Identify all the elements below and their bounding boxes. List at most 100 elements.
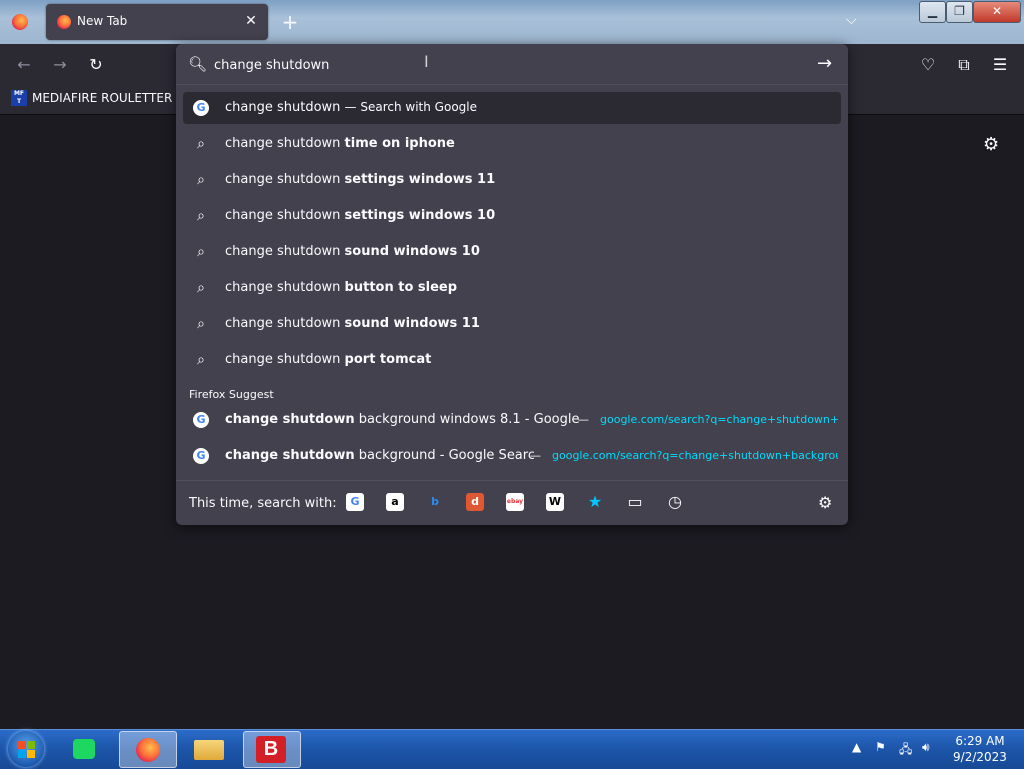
urlbar-result-row[interactable]: ⌕ change shutdown port tomcat [183,344,841,376]
menu-icon[interactable]: ☰ [989,55,1011,74]
taskbar-file-explorer[interactable] [181,731,237,766]
urlbar-result-row[interactable]: ⌕ change shutdown sound windows 11 [183,308,841,340]
action-center-flag-icon[interactable]: ⚑ [875,740,886,754]
google-icon: G [193,448,209,464]
urlbar-dropdown: 🔍︎ I → Gchange shutdown — Search with Go… [176,44,848,525]
result-prefix: change shutdown [225,352,341,367]
firefox-tab-icon [57,15,71,29]
suggest-url: google.com/search?q=change+shutdown+ [600,413,838,426]
search-icon: ⌕ [197,316,205,332]
firefox-suggest-row[interactable]: Gchange shutdown background windows 8.1 … [183,404,841,436]
firefox-suggest-heading: Firefox Suggest [189,388,274,401]
tab-list-chevron-icon[interactable]: ⌵ [846,12,857,28]
one-off-search-bar: This time, search with: Ga b d ebay W ★ ▭ ◷ ⚙ [176,480,848,526]
clock-time: 6:29 AM [955,734,1005,748]
result-text: change shutdown port tomcat [225,352,431,367]
result-text: change shutdown — Search with Google [225,100,477,115]
google-engine-icon[interactable]: G [346,493,364,511]
urlbar-result-row[interactable]: ⌕ change shutdown settings windows 10 [183,200,841,232]
result-prefix: change shutdown [225,172,341,187]
search-icon: ⌕ [197,172,205,188]
clock-date: 9/2/2023 [953,750,1007,764]
result-completion: port tomcat [344,352,432,367]
one-off-label: This time, search with: [189,496,337,511]
result-prefix: change shutdown [225,280,341,295]
bitdefender-icon: B [256,736,286,763]
close-window-button[interactable]: ✕ [973,1,1021,23]
result-prefix: change shutdown [225,316,341,331]
google-icon: G [193,100,209,116]
system-clock[interactable]: 6:29 AM 9/2/2023 [948,733,1012,765]
bookmarks-star-icon[interactable]: ★ [586,493,604,511]
amazon-engine-icon[interactable]: a [386,493,404,511]
tabs-icon[interactable]: ▭ [626,493,644,511]
result-prefix: change shutdown [225,208,341,223]
search-settings-gear-icon[interactable]: ⚙ [818,493,832,512]
wikipedia-engine-icon[interactable]: W [546,493,564,511]
suggest-title: change shutdown background - Google Sear… [225,448,534,463]
suggest-bold: change shutdown [225,412,355,427]
result-text: change shutdown sound windows 11 [225,316,480,331]
taskbar-bitdefender[interactable]: B [243,731,301,768]
bing-engine-icon[interactable]: b [426,493,444,511]
suggest-separator: — [530,449,541,462]
ebay-engine-icon[interactable]: ebay [506,493,524,511]
suggest-bold: change shutdown [225,448,355,463]
green-app-icon [73,739,95,759]
text-cursor-icon: I [424,52,429,71]
google-icon: G [193,412,209,428]
urlbar-input[interactable] [214,55,774,75]
firefox-taskbar-icon [136,738,160,762]
suggest-separator: — [578,413,589,426]
duckduckgo-engine-icon[interactable]: d [466,493,484,511]
result-text: change shutdown settings windows 10 [225,208,495,223]
tab-new-tab[interactable]: New Tab ✕ [46,4,268,40]
new-tab-button[interactable]: + [280,10,300,34]
urlbar-result-row[interactable]: ⌕ change shutdown time on iphone [183,128,841,160]
urlbar-result-row[interactable]: ⌕ change shutdown button to sleep [183,272,841,304]
restore-button[interactable]: ❐ [946,1,973,23]
result-text: change shutdown sound windows 10 [225,244,480,259]
result-prefix: change shutdown [225,136,341,151]
search-icon: ⌕ [197,244,205,260]
mediafire-bookmark-icon: MF T [11,90,27,106]
forward-arrow-icon[interactable]: → [49,55,71,74]
urlbar-result-row[interactable]: Gchange shutdown — Search with Google [183,92,841,124]
bookmark-mediafire-rouletter[interactable]: MEDIAFIRE ROULETTER [32,91,172,105]
back-arrow-icon[interactable]: ← [13,55,35,74]
urlbar-result-row[interactable]: ⌕ change shutdown settings windows 11 [183,164,841,196]
result-completion: settings windows 11 [344,172,496,187]
result-prefix: change shutdown [225,244,341,259]
volume-icon[interactable]: 🔊︎ [922,740,930,755]
folder-icon [194,740,224,760]
search-icon: 🔍︎ [188,55,208,73]
suggest-title: change shutdown background windows 8.1 -… [225,412,582,427]
history-icon[interactable]: ◷ [666,493,684,511]
result-prefix: change shutdown [225,100,341,115]
result-completion: time on iphone [344,136,455,151]
show-hidden-icons-chevron-icon[interactable]: ▲ [852,740,861,754]
result-text: change shutdown time on iphone [225,136,455,151]
network-icon[interactable]: 🖧︎ [899,740,912,761]
firefox-icon[interactable] [12,14,28,30]
pocket-icon[interactable]: ♡ [917,55,939,74]
urlbar-result-row[interactable]: ⌕ change shutdown sound windows 10 [183,236,841,268]
start-button[interactable] [8,731,44,767]
result-completion: settings windows 10 [344,208,496,223]
urlbar-row: 🔍︎ I → [176,44,848,85]
newtab-settings-gear-icon[interactable]: ⚙ [983,134,999,155]
reload-icon[interactable]: ↻ [85,55,107,74]
taskbar-firefox[interactable] [119,731,177,768]
result-completion: button to sleep [344,280,458,295]
result-text: change shutdown settings windows 11 [225,172,495,187]
suggest-url: google.com/search?q=change+shutdown+back… [552,449,838,462]
taskbar-spotify-like-app[interactable] [57,731,113,766]
minimize-button[interactable]: ▁ [919,1,946,23]
tab-close-icon[interactable]: ✕ [242,12,260,30]
go-arrow-icon[interactable]: → [817,53,832,74]
suggest-rest: background - Google Search [354,448,534,463]
firefox-suggest-row[interactable]: Gchange shutdown background - Google Sea… [183,440,841,472]
extensions-icon[interactable]: ⧉ [953,55,975,75]
result-action-text: — Search with Google [344,100,477,114]
suggest-rest: background windows 8.1 - Google S [354,412,582,427]
